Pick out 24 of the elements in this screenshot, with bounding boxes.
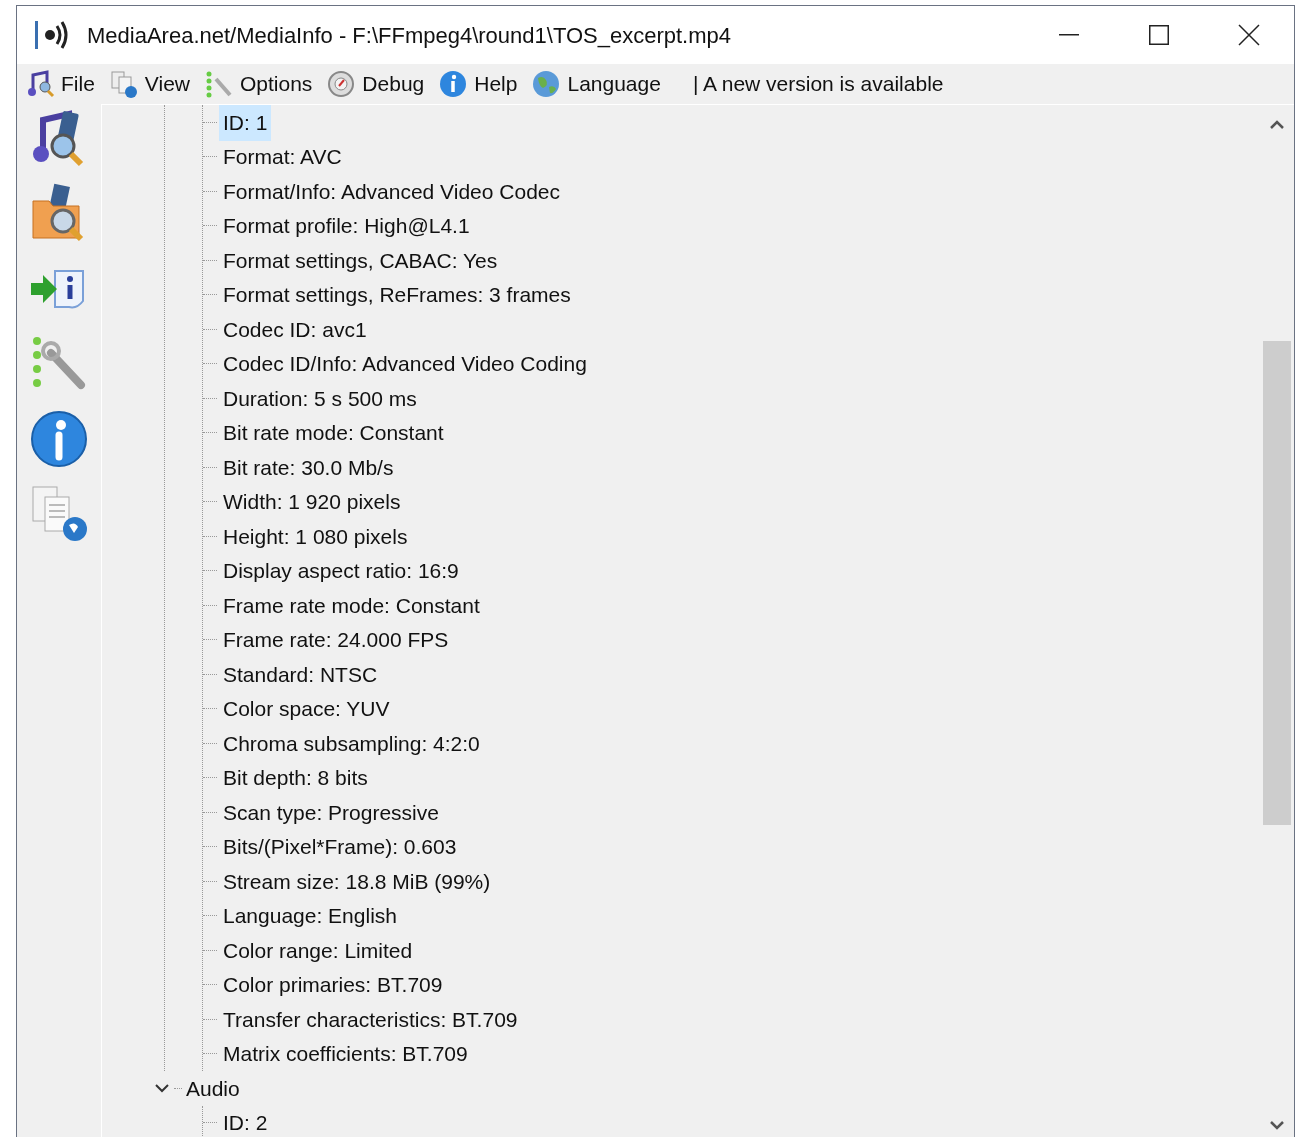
- window-title: MediaArea.net/MediaInfo - F:\FFmpeg4\round1\TOS_excerpt.mp4: [87, 21, 731, 50]
- maximize-icon: [1149, 25, 1169, 45]
- menu-item[interactable]: Language: [531, 67, 661, 101]
- music-note-search-icon: [25, 69, 55, 99]
- menu-item[interactable]: View: [108, 67, 190, 101]
- info-icon[interactable]: [30, 409, 88, 469]
- documents-icon: [108, 69, 139, 99]
- scroll-down-icon[interactable]: [1270, 1121, 1284, 1131]
- menu-item[interactable]: File: [25, 67, 95, 101]
- menu-item[interactable]: Debug: [326, 67, 425, 101]
- menu-item[interactable]: Options: [204, 67, 313, 101]
- expanded-chevron-icon[interactable]: [154, 1083, 170, 1094]
- tree-item[interactable]: ID: 1: [219, 105, 272, 141]
- close-icon: [1238, 24, 1260, 46]
- scrollbar-thumb[interactable]: [1263, 341, 1291, 825]
- update-notice[interactable]: | A new version is available: [692, 68, 944, 100]
- menu-item[interactable]: Help: [438, 67, 518, 101]
- scroll-up-icon[interactable]: [1270, 119, 1284, 129]
- info-icon: [438, 69, 469, 99]
- tree-node[interactable]: Audio: [182, 1072, 244, 1104]
- tree-item[interactable]: Matrix coefficients: BT.709: [219, 1035, 472, 1073]
- minimize-icon: [1059, 34, 1079, 36]
- globe-icon: [531, 69, 562, 99]
- tree-item[interactable]: ID: 2: [219, 1104, 272, 1137]
